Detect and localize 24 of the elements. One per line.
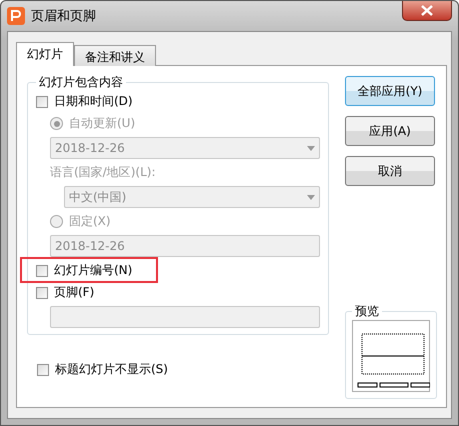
radio-label: 自动更新(U) (69, 115, 136, 132)
preview-title: 预览 (354, 303, 380, 320)
dialog-button[interactable]: 全部应用(Y) (345, 76, 435, 106)
checkbox-label: 日期和时间(D) (54, 93, 133, 110)
checkbox[interactable] (37, 364, 49, 376)
checkbox[interactable] (36, 96, 48, 108)
dialog-button[interactable]: 取消 (345, 156, 435, 186)
app-logo-icon (7, 7, 25, 25)
checkbox-label: 幻灯片编号(N) (54, 262, 132, 279)
tab[interactable]: 备注和讲义 (74, 45, 156, 66)
tab[interactable]: 幻灯片 (16, 42, 74, 66)
checkbox[interactable] (36, 264, 48, 276)
window-title: 页眉和页脚 (31, 8, 96, 25)
caret-icon (307, 146, 315, 150)
group-title: 幻灯片包含内容 (38, 74, 124, 91)
radio-label: 固定(X) (69, 213, 111, 230)
dialog-button[interactable]: 应用(A) (345, 116, 435, 146)
caret-icon (307, 194, 315, 200)
close-icon (421, 5, 433, 16)
checkbox-label: 页脚(F) (54, 284, 94, 301)
close-button[interactable] (402, 1, 452, 21)
language-label: 语言(国家/地区)(L): (50, 164, 156, 181)
checkbox-label: 标题幻灯片不显示(S) (55, 361, 168, 378)
checkbox[interactable] (36, 286, 48, 298)
